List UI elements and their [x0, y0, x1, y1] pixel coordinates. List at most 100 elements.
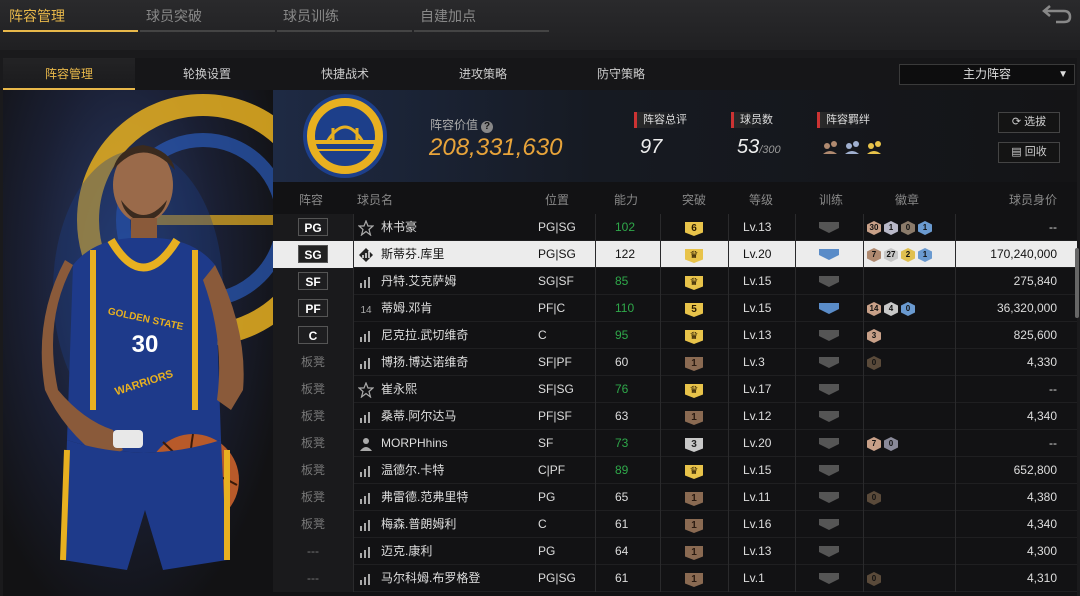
player-name[interactable]: 博扬.博达诺维奇: [381, 349, 468, 376]
training-icon[interactable]: [819, 222, 839, 233]
lineup-cell[interactable]: ---: [273, 538, 353, 565]
lineup-cell[interactable]: 板凳: [273, 457, 353, 484]
lineup-dropdown[interactable]: 主力阵容 ▼: [899, 64, 1075, 85]
table-row[interactable]: SG 斯蒂芬.库里 PG|SG 122 ♛ Lv.20 7 27 2 1 170,240,000: [273, 241, 1077, 268]
training-icon[interactable]: [819, 546, 839, 557]
badge-hex-icon[interactable]: 0: [901, 302, 915, 316]
badge-hex-icon[interactable]: 2: [901, 248, 915, 262]
lineup-cell[interactable]: 板凳: [273, 403, 353, 430]
training-icon[interactable]: [819, 276, 839, 287]
table-row[interactable]: 板凳 崔永熙 SF|SG 76 ♛ Lv.17 --: [273, 376, 1077, 403]
table-row[interactable]: --- 迈克.康利 PG 64 1 Lv.13 4,300: [273, 538, 1077, 565]
player-name[interactable]: 温德尔.卡特: [381, 457, 444, 484]
select-button[interactable]: ⟳ 选拔: [998, 112, 1060, 133]
training-icon[interactable]: [819, 357, 839, 368]
training-icon[interactable]: [819, 519, 839, 530]
badge-hex-icon[interactable]: 14: [867, 302, 881, 316]
subtab-offense[interactable]: 进攻策略: [417, 58, 549, 90]
lineup-cell[interactable]: PF: [273, 295, 353, 322]
player-name[interactable]: 斯蒂芬.库里: [381, 241, 444, 268]
player-name[interactable]: 迈克.康利: [381, 538, 432, 565]
player-name[interactable]: MORPHhins: [381, 430, 448, 457]
player-name[interactable]: 崔永熙: [381, 376, 417, 403]
tab-lineup-management[interactable]: 阵容管理: [3, 0, 138, 32]
lineup-cell[interactable]: 板凳: [273, 349, 353, 376]
player-name[interactable]: 尼克拉.武切维奇: [381, 322, 468, 349]
subtab-defense[interactable]: 防守策略: [555, 58, 687, 90]
training-icon[interactable]: [819, 438, 839, 449]
badge-hex-icon[interactable]: 1: [884, 221, 898, 235]
badge-hex-icon[interactable]: 7: [867, 248, 881, 262]
badge-hex-icon[interactable]: 0: [884, 437, 898, 451]
col-training[interactable]: 训练: [819, 191, 843, 208]
table-row[interactable]: 板凳 桑蒂.阿尔达马 PF|SF 63 1 Lv.12 4,340: [273, 403, 1077, 430]
player-name[interactable]: 丹特.艾克萨姆: [381, 268, 456, 295]
subtab-quick-tactics[interactable]: 快捷战术: [279, 58, 411, 90]
tab-player-breakthrough[interactable]: 球员突破: [140, 0, 275, 32]
table-row[interactable]: PF 14 蒂姆.邓肯 PF|C 110 5 Lv.15 14 4 0 36,320,000: [273, 295, 1077, 322]
subtab-rotation[interactable]: 轮换设置: [141, 58, 273, 90]
player-name[interactable]: 桑蒂.阿尔达马: [381, 403, 456, 430]
help-icon[interactable]: ?: [481, 121, 494, 133]
table-row[interactable]: 板凳 弗雷德.范弗里特 PG 65 1 Lv.11 0 4,380: [273, 484, 1077, 511]
tab-player-training[interactable]: 球员训练: [277, 0, 412, 32]
training-icon[interactable]: [819, 573, 839, 584]
training-icon[interactable]: [819, 492, 839, 503]
table-row[interactable]: 板凳 温德尔.卡特 C|PF 89 ♛ Lv.15 652,800: [273, 457, 1077, 484]
table-row[interactable]: SF 丹特.艾克萨姆 SG|SF 85 ♛ Lv.15 275,840: [273, 268, 1077, 295]
training-icon[interactable]: [819, 384, 839, 395]
col-position[interactable]: 位置: [545, 191, 569, 208]
lineup-cell[interactable]: C: [273, 322, 353, 349]
lineup-cell[interactable]: SF: [273, 268, 353, 295]
table-row[interactable]: 板凳 博扬.博达诺维奇 SF|PF 60 1 Lv.3 0 4,330: [273, 349, 1077, 376]
badge-hex-icon[interactable]: 0: [901, 221, 915, 235]
table-row[interactable]: 板凳 MORPHhins SF 73 3 Lv.20 7 0 --: [273, 430, 1077, 457]
player-name[interactable]: 林书豪: [381, 214, 417, 241]
badge-hex-icon[interactable]: 0: [867, 491, 881, 505]
back-icon[interactable]: [1042, 2, 1072, 24]
badge-hex-icon[interactable]: 0: [867, 572, 881, 586]
lineup-cell[interactable]: 板凳: [273, 430, 353, 457]
lineup-cell[interactable]: PG: [273, 214, 353, 241]
chemistry-icons[interactable]: [821, 138, 901, 158]
subtab-lineup[interactable]: 阵容管理: [3, 58, 135, 90]
col-ability[interactable]: 能力: [614, 191, 638, 208]
badge-hex-icon[interactable]: 7: [867, 437, 881, 451]
tab-custom-points[interactable]: 自建加点: [414, 0, 549, 32]
lineup-cell[interactable]: 板凳: [273, 511, 353, 538]
training-icon[interactable]: [819, 411, 839, 422]
player-name[interactable]: 梅森.普朗姆利: [381, 511, 456, 538]
training-icon[interactable]: [819, 249, 839, 260]
training-icon[interactable]: [819, 330, 839, 341]
table-row[interactable]: C 尼克拉.武切维奇 C 95 ♛ Lv.13 3 825,600: [273, 322, 1077, 349]
player-name[interactable]: 弗雷德.范弗里特: [381, 484, 468, 511]
table-row[interactable]: PG 林书豪 PG|SG 102 6 Lv.13 30 1 0 1 --: [273, 214, 1077, 241]
badge-hex-icon[interactable]: 3: [867, 329, 881, 343]
table-row[interactable]: --- 马尔科姆.布罗格登 PG|SG 61 1 Lv.1 0 4,310: [273, 565, 1077, 592]
lineup-rating: 97: [640, 136, 663, 158]
lineup-cell[interactable]: ---: [273, 565, 353, 592]
badge-hex-icon[interactable]: 0: [867, 356, 881, 370]
badge-hex-icon[interactable]: 1: [918, 221, 932, 235]
badge-hex-icon[interactable]: 4: [884, 302, 898, 316]
recycle-button[interactable]: ▤ 回收: [998, 142, 1060, 163]
table-scrollbar[interactable]: [1075, 248, 1079, 318]
col-name[interactable]: 球员名: [357, 191, 393, 208]
col-badges[interactable]: 徽章: [895, 191, 919, 208]
col-value[interactable]: 球员身价: [1009, 191, 1057, 208]
lineup-cell[interactable]: 板凳: [273, 484, 353, 511]
player-name[interactable]: 马尔科姆.布罗格登: [381, 565, 480, 592]
training-icon[interactable]: [819, 465, 839, 476]
col-level[interactable]: 等级: [749, 191, 773, 208]
col-lineup[interactable]: 阵容: [299, 191, 323, 208]
player-name[interactable]: 蒂姆.邓肯: [381, 295, 432, 322]
badge-hex-icon[interactable]: 30: [867, 221, 881, 235]
lineup-cell[interactable]: 板凳: [273, 376, 353, 403]
col-breakthrough[interactable]: 突破: [682, 191, 706, 208]
training-icon[interactable]: [819, 303, 839, 314]
lineup-cell[interactable]: SG: [273, 241, 353, 268]
table-row[interactable]: 板凳 梅森.普朗姆利 C 61 1 Lv.16 4,340: [273, 511, 1077, 538]
badge-hex-icon[interactable]: 27: [884, 248, 898, 262]
column-divider: [863, 241, 864, 268]
badge-hex-icon[interactable]: 1: [918, 248, 932, 262]
